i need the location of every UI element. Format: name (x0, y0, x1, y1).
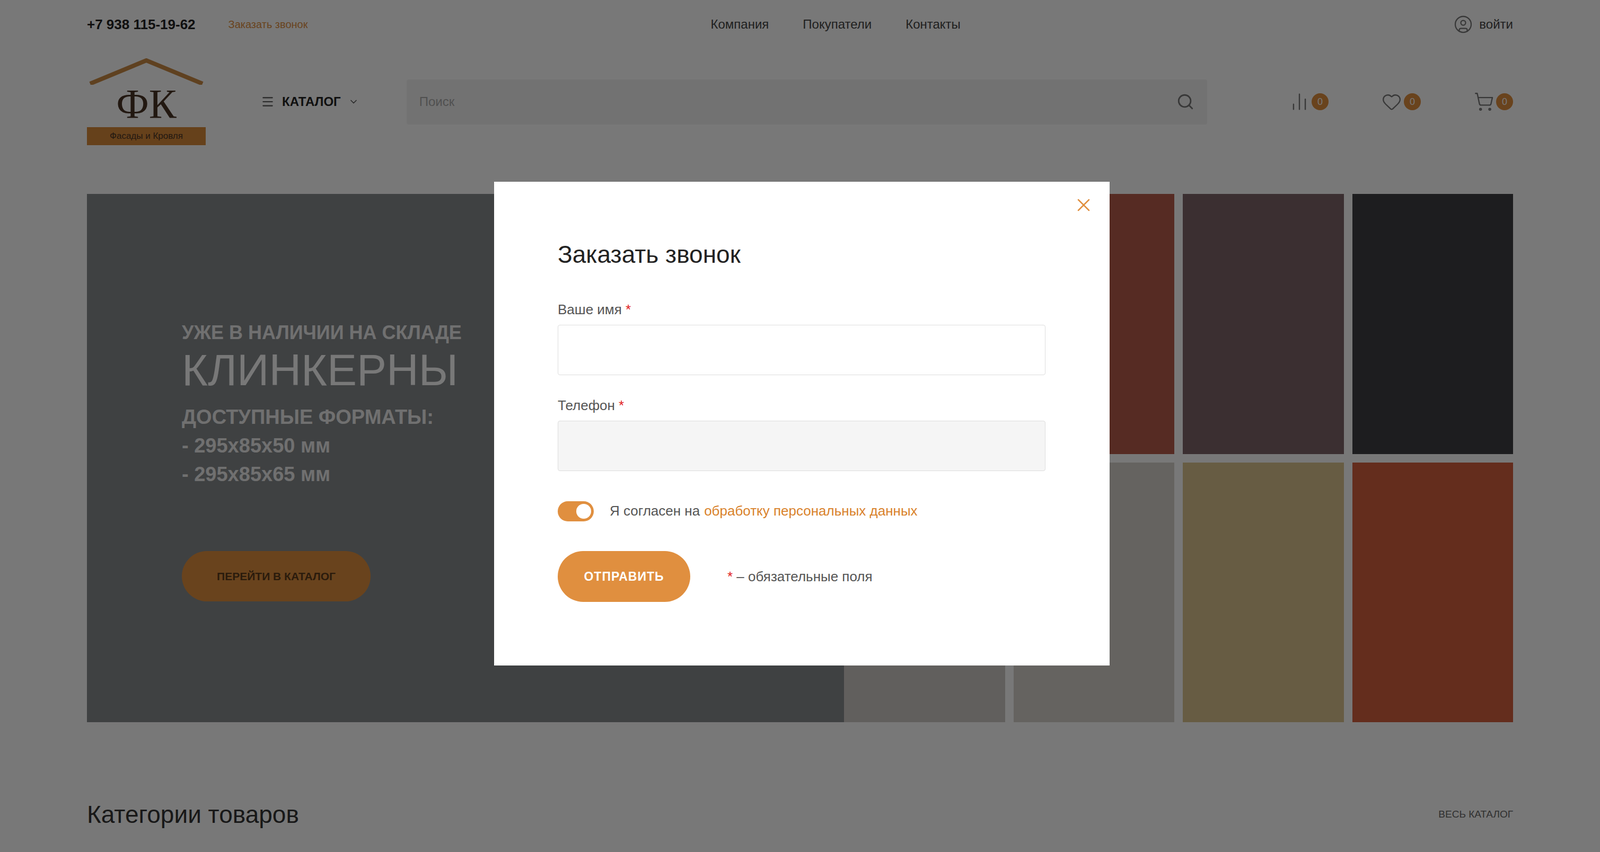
required-mark: * (618, 397, 624, 414)
toggle-knob (576, 504, 592, 520)
consent-row: Я согласен наобработку персональных данн… (557, 500, 1046, 522)
field-label: Ваше имя * (557, 300, 1046, 319)
consent-link[interactable]: обработку персональных данных (704, 500, 918, 522)
close-icon (1073, 194, 1095, 216)
submit-button[interactable]: ОТПРАВИТЬ (557, 551, 691, 603)
callback-modal: Заказать звонок Ваше имя * Телефон * Я согл… (494, 181, 1110, 666)
consent-text: Я согласен на (609, 500, 700, 522)
field-label: Телефон * (557, 396, 1046, 415)
form-field: Телефон * (557, 396, 1046, 472)
submit-row: ОТПРАВИТЬ * – обязательные поля (557, 551, 1046, 603)
close-button[interactable] (1073, 194, 1095, 216)
form-field: Ваше имя * (557, 300, 1046, 376)
required-note: * – обязательные поля (727, 566, 873, 588)
page: +7 938 115-19-62Заказать звонокКомпанияП… (0, 0, 1600, 852)
consent-toggle[interactable] (557, 501, 594, 522)
text-input[interactable] (557, 324, 1046, 376)
text-input[interactable] (557, 420, 1046, 472)
form: Ваше имя * Телефон * (557, 300, 1046, 472)
required-mark: * (727, 568, 733, 585)
required-mark: * (625, 301, 631, 318)
modal-title: Заказать звонок (557, 240, 1046, 269)
